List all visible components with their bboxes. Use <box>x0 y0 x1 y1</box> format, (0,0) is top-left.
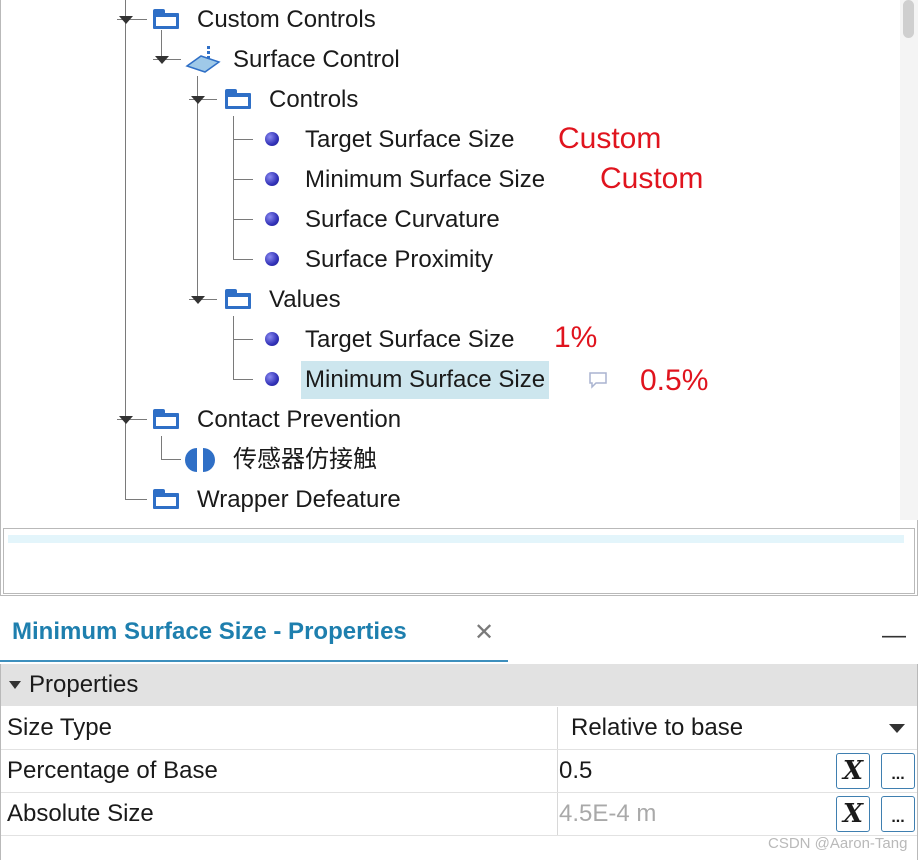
expand-arrow-icon[interactable] <box>191 96 205 104</box>
folder-icon <box>225 289 251 309</box>
expand-arrow-icon[interactable] <box>191 296 205 304</box>
tab-underline <box>0 660 508 662</box>
property-key: Absolute Size <box>7 800 154 827</box>
node-label: Surface Curvature <box>305 206 500 233</box>
properties-section-header[interactable]: Properties <box>1 664 917 706</box>
bullet-icon <box>265 372 279 386</box>
node-label: Custom Controls <box>197 6 376 33</box>
tree-node-value-minimum-surface-size[interactable]: Minimum Surface Size <box>301 361 550 399</box>
tree-line <box>233 179 253 180</box>
node-label: 传感器仿接触 <box>233 446 377 473</box>
percentage-input[interactable]: 0.5 <box>559 750 592 792</box>
tree-line <box>197 76 198 300</box>
annotation-minimum-custom: Custom <box>600 162 704 195</box>
simulation-tree-panel: Custom Controls Surface Control Controls… <box>0 0 918 596</box>
watermark: CSDN @Aaron-Tang <box>768 835 908 852</box>
properties-tab-title[interactable]: Minimum Surface Size - Properties <box>12 618 407 646</box>
properties-table: Properties Size Type Relative to base Pe… <box>0 664 918 860</box>
tree-node-control-surface-proximity[interactable]: Surface Proximity <box>301 243 497 277</box>
tree-node-controls[interactable]: Controls <box>265 83 362 117</box>
tree-node-custom-controls[interactable]: Custom Controls <box>193 3 380 37</box>
expand-arrow-icon[interactable] <box>119 416 133 424</box>
expression-button[interactable]: X <box>836 796 870 832</box>
tree-line <box>125 0 126 499</box>
tree-node-control-surface-curvature[interactable]: Surface Curvature <box>301 203 504 237</box>
column-divider <box>557 793 558 835</box>
status-area <box>3 528 915 594</box>
expand-arrow-icon[interactable] <box>155 56 169 64</box>
node-label: Target Surface Size <box>305 126 515 153</box>
tree-line <box>233 379 253 380</box>
tree-line <box>233 219 253 220</box>
minimize-icon[interactable]: — <box>882 622 906 650</box>
node-label: Contact Prevention <box>197 406 402 433</box>
bullet-icon <box>265 252 279 266</box>
annotation-minimum-value: 0.5% <box>640 364 709 397</box>
annotation-target-custom: Custom <box>558 122 662 155</box>
bullet-icon <box>265 332 279 346</box>
property-key: Size Type <box>7 714 112 741</box>
surface-control-icon <box>185 46 221 73</box>
node-label: Values <box>269 286 341 313</box>
tree-line <box>233 339 253 340</box>
section-label: Properties <box>29 671 139 698</box>
bullet-icon <box>265 212 279 226</box>
folder-icon <box>153 489 179 509</box>
property-row-absolute-size[interactable]: Absolute Size 4.5E-4 m X ... <box>1 793 917 836</box>
tree-line <box>233 116 234 260</box>
folder-icon <box>225 89 251 109</box>
expand-arrow-icon[interactable] <box>119 16 133 24</box>
expression-button[interactable]: X <box>836 753 870 789</box>
chevron-down-icon[interactable] <box>889 724 905 733</box>
property-key: Percentage of Base <box>7 757 218 784</box>
tree-line <box>161 459 181 460</box>
property-row-size-type[interactable]: Size Type Relative to base <box>1 707 917 750</box>
close-icon[interactable]: ✕ <box>474 618 494 647</box>
tree-node-sensor-contact[interactable]: 传感器仿接触 <box>229 443 381 477</box>
more-button[interactable]: ... <box>881 796 915 832</box>
folder-icon <box>153 9 179 29</box>
tree-node-value-target-surface-size[interactable]: Target Surface Size <box>301 323 518 357</box>
tree-node-values[interactable]: Values <box>265 283 345 317</box>
node-label: Controls <box>269 86 359 113</box>
tree-node-wrapper-defeature[interactable]: Wrapper Defeature <box>193 483 405 517</box>
tree-node-surface-control[interactable]: Surface Control <box>229 43 404 77</box>
tree-node-control-minimum-surface-size[interactable]: Minimum Surface Size <box>301 163 549 197</box>
more-button[interactable]: ... <box>881 753 915 789</box>
folder-icon <box>153 409 179 429</box>
node-label: Minimum Surface Size <box>305 166 546 193</box>
node-label: Minimum Surface Size <box>301 361 550 399</box>
progress-bar <box>8 535 904 543</box>
node-label: Surface Control <box>233 46 400 73</box>
column-divider <box>557 707 558 749</box>
column-divider <box>557 750 558 792</box>
collapse-arrow-icon[interactable] <box>9 681 21 689</box>
absolute-size-input: 4.5E-4 m <box>559 800 657 827</box>
tree-scrollbar[interactable] <box>900 0 918 520</box>
size-type-dropdown[interactable]: Relative to base <box>571 707 743 749</box>
tree-line <box>125 499 147 500</box>
property-row-percentage[interactable]: Percentage of Base 0.5 X ... <box>1 750 917 793</box>
tree-line <box>233 139 253 140</box>
annotation-target-value: 1% <box>554 321 598 354</box>
bullet-icon <box>265 172 279 186</box>
node-label: Surface Proximity <box>305 246 494 273</box>
tree-node-control-target-surface-size[interactable]: Target Surface Size <box>301 123 518 157</box>
tree-line <box>161 436 162 460</box>
node-label: Target Surface Size <box>305 326 515 353</box>
tree-node-contact-prevention[interactable]: Contact Prevention <box>193 403 405 437</box>
bullet-icon <box>265 132 279 146</box>
tree-scroll-thumb[interactable] <box>903 0 914 38</box>
tree-line <box>233 316 234 380</box>
contact-prevention-icon <box>185 448 215 472</box>
node-label: Wrapper Defeature <box>197 486 401 513</box>
tree-line <box>233 259 253 260</box>
comment-icon <box>589 372 607 389</box>
